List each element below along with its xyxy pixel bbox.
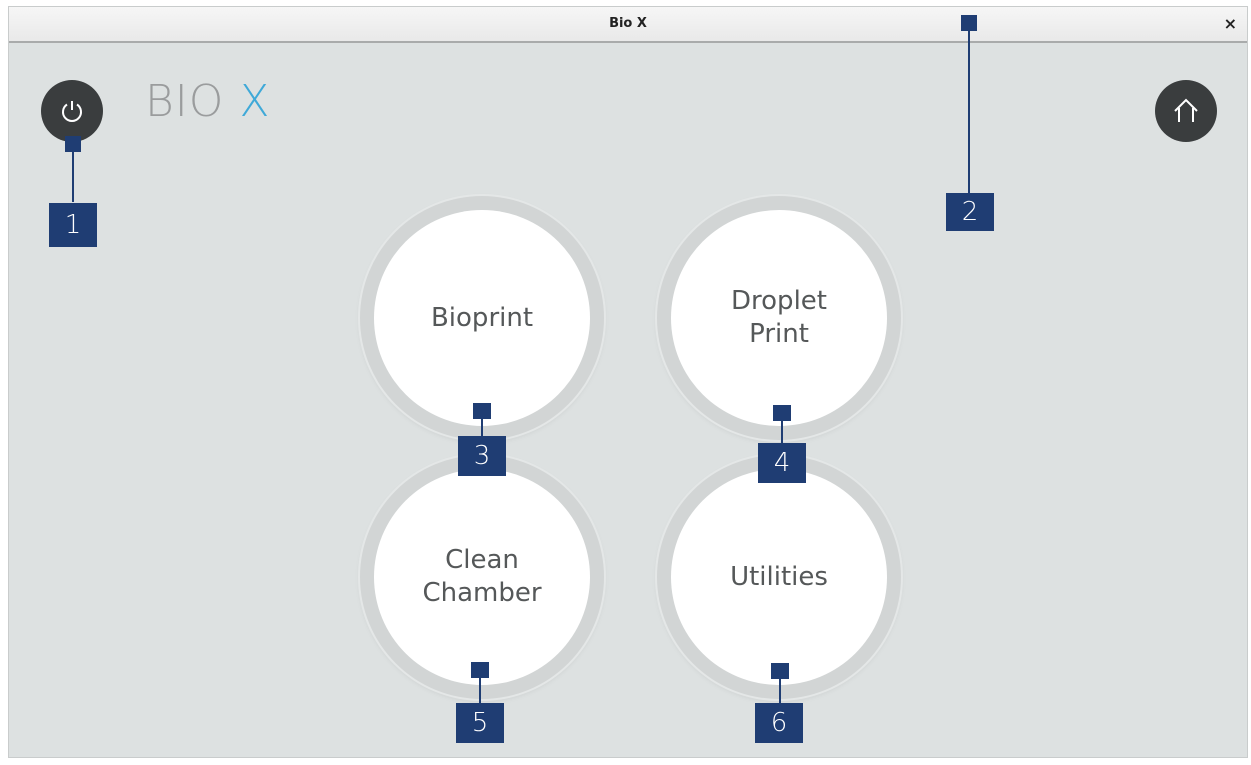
power-icon [62, 101, 82, 122]
callout-6-label: 6 [755, 703, 803, 743]
power-button[interactable] [41, 80, 103, 142]
callout-3-anchor [473, 403, 491, 419]
callout-2-anchor [961, 15, 977, 31]
utilities-button[interactable]: Utilities [671, 469, 887, 685]
callout-3-label: 3 [458, 436, 506, 476]
callout-5-label: 5 [456, 703, 504, 743]
callout-2-line [968, 31, 970, 193]
callout-4-label: 4 [758, 443, 806, 483]
close-icon[interactable]: × [1224, 7, 1237, 41]
callout-3-line [481, 419, 483, 437]
logo-text-x: X [239, 76, 271, 127]
home-button[interactable] [1155, 80, 1217, 142]
callout-6-anchor [771, 663, 789, 679]
home-icon [1174, 98, 1198, 122]
callout-6-line [779, 679, 781, 705]
window-title: Bio X [609, 16, 647, 31]
bioprint-button[interactable]: Bioprint [374, 210, 590, 426]
callout-5-anchor [471, 662, 489, 678]
callout-4-line [781, 421, 783, 443]
droplet-print-button[interactable]: Droplet Print [671, 210, 887, 426]
droplet-print-label: Droplet Print [731, 286, 827, 349]
title-bar: Bio X × [9, 7, 1247, 43]
callout-4-anchor [773, 405, 791, 421]
logo-text-bio: BIO [145, 76, 225, 127]
callout-5-line [479, 678, 481, 704]
app-window: Bio X × BIO X Bioprint Droplet Print Cle… [8, 6, 1248, 758]
clean-chamber-label: Clean Chamber [422, 545, 542, 608]
clean-chamber-button[interactable]: Clean Chamber [374, 469, 590, 685]
callout-1-line [72, 152, 74, 202]
utilities-label: Utilities [730, 561, 828, 592]
callout-1-anchor [65, 136, 81, 152]
callout-1-label: 1 [49, 203, 97, 247]
bio-x-logo: BIO X [145, 77, 271, 127]
bioprint-label: Bioprint [430, 302, 534, 333]
callout-2-label: 2 [946, 193, 994, 231]
